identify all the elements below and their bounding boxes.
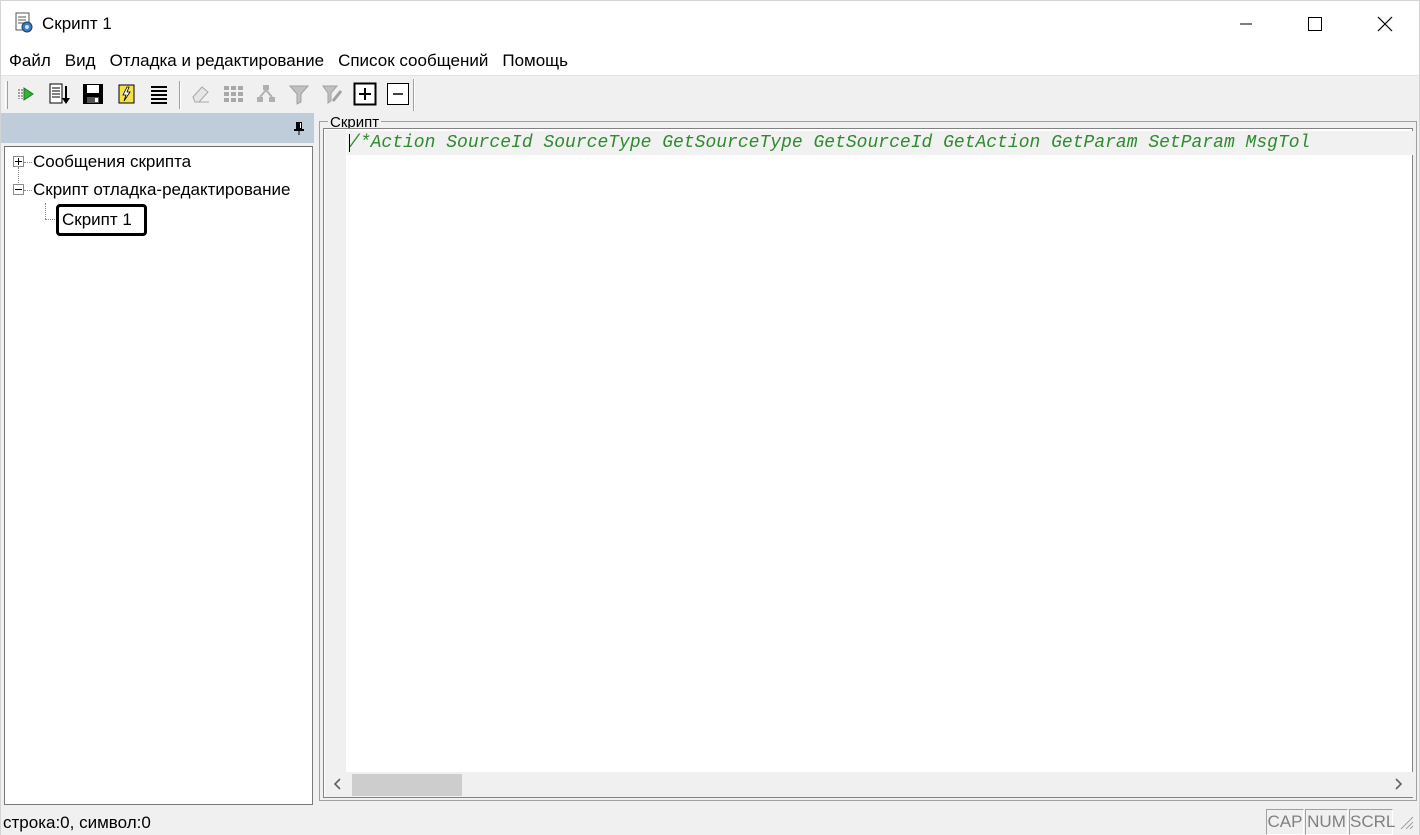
save-icon <box>83 84 103 104</box>
grid-icon <box>224 86 243 102</box>
text-caret <box>349 134 350 152</box>
tree-nodes-button[interactable] <box>253 81 279 107</box>
tree-expander-minus[interactable] <box>13 184 24 195</box>
list-icon <box>151 86 167 104</box>
editor-gutter <box>325 130 346 772</box>
grid-button[interactable] <box>220 81 246 107</box>
tree-expander-plus[interactable] <box>13 156 24 167</box>
filter-icon <box>288 85 310 105</box>
menu-bar: Файл Вид Отладка и редактирование Список… <box>1 47 1419 75</box>
menu-file[interactable]: Файл <box>2 47 58 75</box>
toolbar-grip[interactable] <box>5 81 8 109</box>
pane-splitter[interactable] <box>314 113 318 805</box>
tree-line <box>45 203 46 219</box>
list-button[interactable] <box>146 81 172 107</box>
maximize-button[interactable] <box>1280 1 1350 47</box>
filter-edit-icon <box>322 85 343 104</box>
expand-all-button[interactable] <box>352 81 378 107</box>
tree-line <box>24 162 32 163</box>
eraser-icon <box>192 86 209 103</box>
caps-lock-indicator: CAP <box>1266 809 1304 835</box>
menu-debug-edit[interactable]: Отладка и редактирование <box>103 47 332 75</box>
pin-icon[interactable] <box>291 120 307 136</box>
expand-all-icon <box>353 82 377 106</box>
maximize-icon <box>1308 17 1322 31</box>
filter-edit-button[interactable] <box>319 81 345 107</box>
menu-message-list[interactable]: Список сообщений <box>331 47 495 75</box>
toolbar-separator <box>179 81 181 109</box>
close-button[interactable] <box>1350 1 1420 47</box>
scrollbar-thumb[interactable] <box>352 774 462 796</box>
tree-node-script-1[interactable]: Скрипт 1 <box>56 204 147 236</box>
filter-button[interactable] <box>286 81 312 107</box>
status-bar: строка:0, символ:0 CAP NUM SCRL <box>1 807 1419 835</box>
compile-button[interactable] <box>114 81 140 107</box>
tree-node-script-debug-edit[interactable]: Скрипт отладка-редактирование <box>33 180 290 200</box>
script-app-icon <box>15 12 33 33</box>
tree-nodes-icon <box>257 85 275 102</box>
script-tree[interactable]: Сообщения скрипта Скрипт отладка-редакти… <box>4 146 313 805</box>
run-button[interactable] <box>13 81 39 107</box>
tree-line <box>24 190 32 191</box>
app-window: Скрипт 1 Файл Вид Отладка и редактирован… <box>0 0 1420 835</box>
minimize-icon <box>1240 23 1252 25</box>
cursor-position: строка:0, символ:0 <box>3 813 151 832</box>
num-lock-indicator: NUM <box>1305 809 1348 835</box>
minimize-button[interactable] <box>1211 1 1281 47</box>
close-icon <box>1377 16 1393 32</box>
resize-grip-icon[interactable] <box>1397 813 1415 831</box>
compile-icon <box>118 84 135 104</box>
menu-view[interactable]: Вид <box>58 47 103 75</box>
run-icon <box>18 87 34 101</box>
tree-node-script-messages[interactable]: Сообщения скрипта <box>33 152 191 172</box>
scroll-lock-indicator: SCRL <box>1349 809 1395 835</box>
step-into-button[interactable] <box>47 81 73 107</box>
scroll-right-icon[interactable] <box>1391 777 1405 791</box>
menu-help[interactable]: Помощь <box>495 47 575 75</box>
left-pane-header <box>1 113 314 143</box>
clear-button[interactable] <box>187 81 213 107</box>
horizontal-scrollbar[interactable] <box>325 772 1413 797</box>
toolbar <box>1 75 1419 113</box>
save-button[interactable] <box>80 81 106 107</box>
step-into-icon <box>49 83 70 104</box>
scroll-left-icon[interactable] <box>331 777 345 791</box>
tree-node-label: Скрипт 1 <box>62 210 132 229</box>
title-bar: Скрипт 1 <box>1 1 1419 47</box>
code-line-1[interactable]: /*Action SourceId SourceType GetSourceTy… <box>349 132 1310 154</box>
collapse-all-button[interactable] <box>385 81 411 107</box>
code-editor[interactable]: /*Action SourceId SourceType GetSourceTy… <box>323 128 1413 798</box>
toolbar-end <box>413 79 415 111</box>
window-title: Скрипт 1 <box>42 14 112 33</box>
collapse-all-icon <box>387 83 409 105</box>
